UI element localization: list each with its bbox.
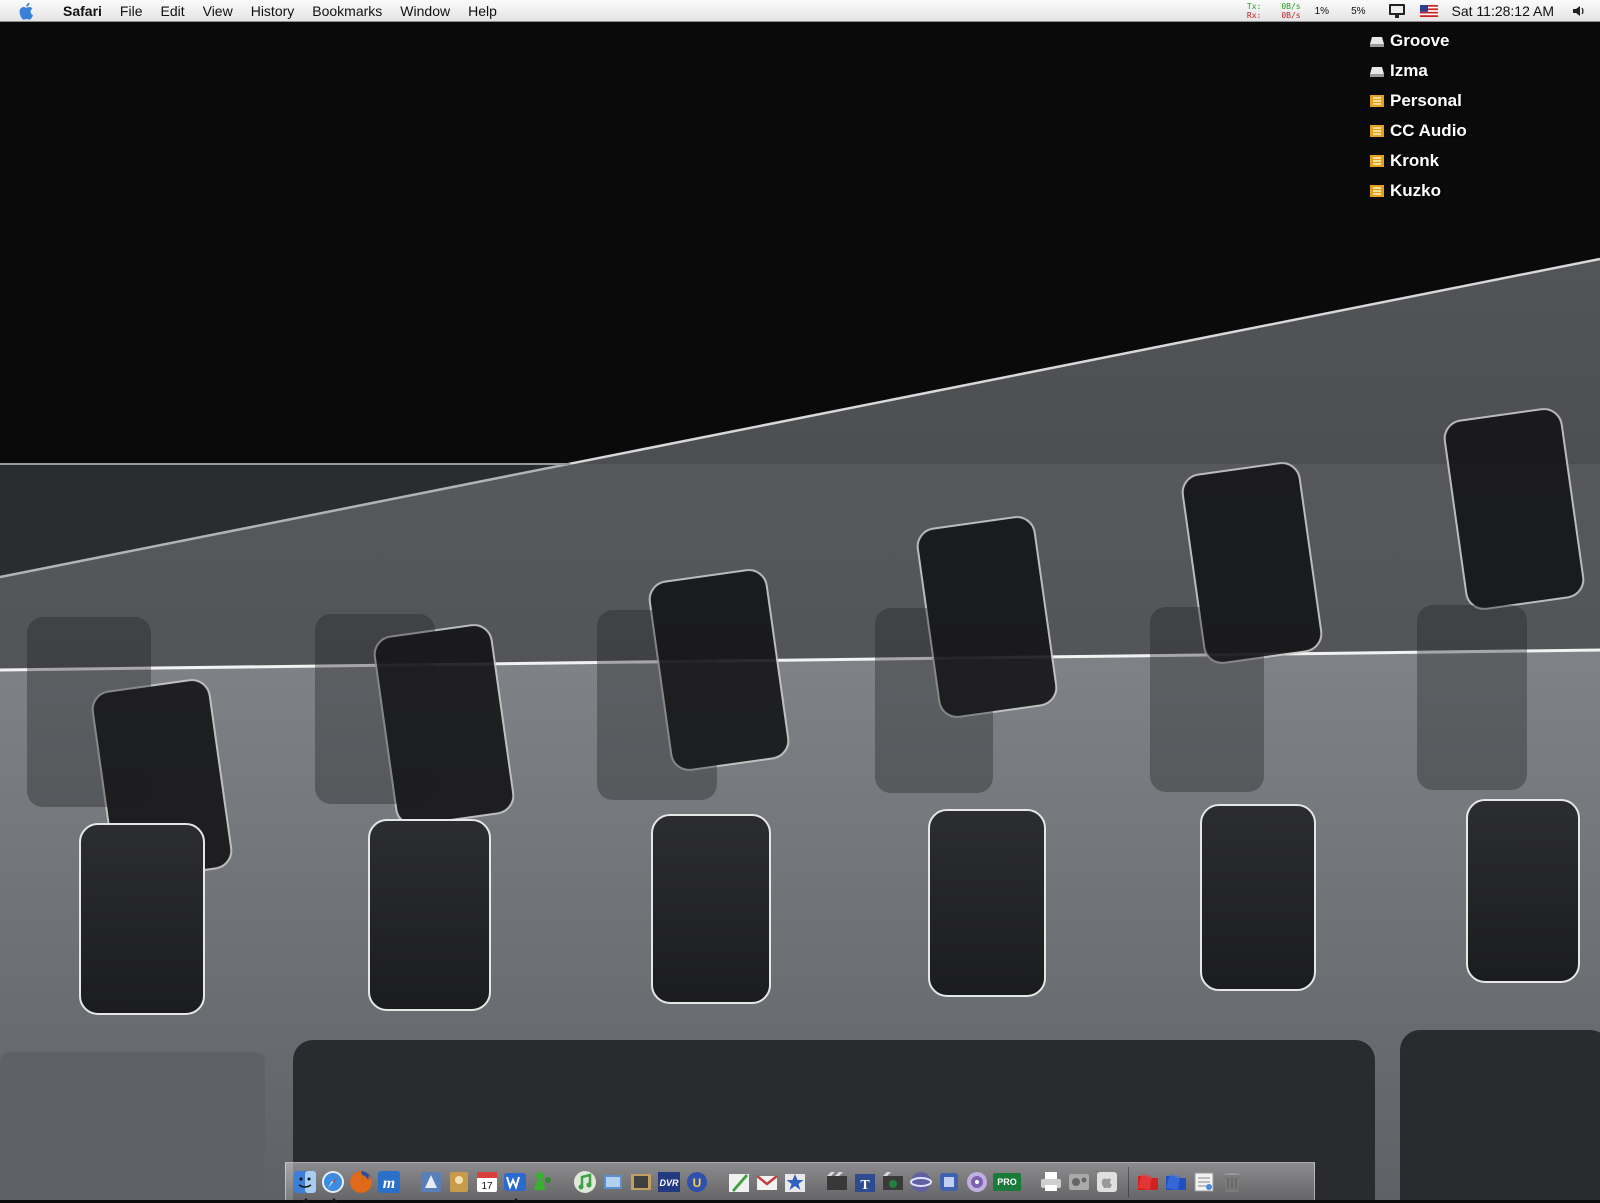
menu-extras: Tx: Rx: 0B/s 0B/s 1% 5% Sat 11:28:12 AM	[1247, 0, 1600, 22]
volume-label: Groove	[1390, 31, 1450, 50]
display-icon[interactable]	[1388, 3, 1406, 19]
menu-clock[interactable]: Sat 11:28:12 AM	[1452, 3, 1554, 19]
iphoto-icon[interactable]	[600, 1169, 626, 1195]
volume-label: Kuzko	[1390, 181, 1441, 200]
system-prefs-icon[interactable]	[1066, 1169, 1092, 1195]
cpu-meter-1[interactable]: 1%	[1315, 6, 1329, 17]
volume-icon[interactable]	[1572, 4, 1586, 18]
firewire-drive-icon	[1370, 94, 1384, 108]
volume-label: Personal	[1390, 91, 1462, 110]
desktop-volume-personal[interactable]: Personal	[1370, 91, 1462, 111]
ical-icon[interactable]: 17	[474, 1169, 500, 1195]
desktop-volume-izma[interactable]: Izma	[1370, 61, 1428, 81]
volume-label: CC Audio	[1390, 121, 1467, 140]
hard-drive-icon	[1370, 64, 1384, 78]
firewire-drive-icon	[1370, 154, 1384, 168]
firefox-icon[interactable]	[348, 1169, 374, 1195]
us-flag-input-icon[interactable]	[1419, 5, 1438, 17]
dvr-icon[interactable]: DVR	[656, 1169, 682, 1195]
menu-window[interactable]: Window	[391, 0, 459, 22]
svg-text:T: T	[860, 1178, 870, 1193]
rx-label: Rx:	[1246, 11, 1262, 20]
protools-icon[interactable]: PRO	[992, 1169, 1022, 1195]
menu-edit[interactable]: Edit	[151, 0, 193, 22]
dvd-studio-icon[interactable]	[964, 1169, 990, 1195]
trash-icon[interactable]	[1219, 1169, 1245, 1195]
menu-bookmarks[interactable]: Bookmarks	[303, 0, 391, 22]
compressor-icon[interactable]	[936, 1169, 962, 1195]
folder-blue-icon[interactable]	[1163, 1169, 1189, 1195]
tx-label: Tx:	[1246, 2, 1262, 11]
motion-icon[interactable]	[908, 1169, 934, 1195]
desktop-volume-cc-audio[interactable]: CC Audio	[1370, 121, 1467, 141]
menu-view[interactable]: View	[194, 0, 242, 22]
menu-help[interactable]: Help	[459, 0, 506, 22]
running-indicator	[330, 1197, 338, 1203]
soundtrack-icon[interactable]	[880, 1169, 906, 1195]
apple-menu-icon[interactable]	[17, 1, 37, 21]
imovie-icon[interactable]	[628, 1169, 654, 1195]
desktop-volume-kuzko[interactable]: Kuzko	[1370, 181, 1441, 201]
messenger-icon[interactable]	[530, 1169, 556, 1195]
firewire-drive-icon	[1370, 184, 1384, 198]
volume-label: Izma	[1390, 61, 1428, 80]
menu-app-name[interactable]: Safari	[54, 0, 111, 22]
menu-file[interactable]: File	[111, 0, 152, 22]
svg-text:PRO: PRO	[997, 1177, 1017, 1187]
word-icon[interactable]	[502, 1169, 528, 1203]
address-book-icon[interactable]	[446, 1169, 472, 1195]
dock-separator	[1128, 1166, 1129, 1197]
mail-icon[interactable]	[418, 1169, 444, 1195]
network-monitor[interactable]: Tx: Rx: 0B/s 0B/s	[1247, 2, 1301, 20]
svg-text:17: 17	[481, 1181, 493, 1192]
apple-icon[interactable]	[1094, 1169, 1120, 1195]
star-icon[interactable]	[782, 1169, 808, 1195]
svg-text:m: m	[383, 1175, 395, 1192]
desktop-volume-groove[interactable]: Groove	[1370, 31, 1450, 51]
safari-icon[interactable]	[320, 1169, 346, 1203]
itunes-icon[interactable]	[572, 1169, 598, 1195]
menu-history[interactable]: History	[242, 0, 304, 22]
unreal-icon[interactable]: U	[684, 1169, 710, 1195]
desktop-volume-kronk[interactable]: Kronk	[1370, 151, 1439, 171]
firewire-drive-icon	[1370, 124, 1384, 138]
hard-drive-icon	[1370, 34, 1384, 48]
finder-icon[interactable]	[292, 1169, 318, 1203]
rx-value: 0B/s	[1281, 11, 1301, 20]
menu-bar: Safari File Edit View History Bookmarks …	[0, 0, 1600, 22]
final-cut-icon[interactable]	[824, 1169, 850, 1195]
mail-alt-icon[interactable]	[754, 1169, 780, 1195]
document-icon[interactable]	[1191, 1169, 1217, 1195]
volume-label: Kronk	[1390, 151, 1440, 170]
svg-text:U: U	[693, 1176, 702, 1190]
dock: m 17 DVR U T PRO	[285, 1162, 1315, 1203]
running-indicator	[302, 1197, 310, 1203]
folder-red-icon[interactable]	[1135, 1169, 1161, 1195]
cpu-meter-2[interactable]: 5%	[1351, 6, 1365, 17]
pen-icon[interactable]	[726, 1169, 752, 1195]
printer-icon[interactable]	[1038, 1169, 1064, 1195]
svg-text:DVR: DVR	[659, 1178, 679, 1188]
desktop-wallpaper	[0, 22, 1600, 1200]
tx-value: 0B/s	[1281, 2, 1301, 11]
dreamweaver-icon[interactable]: m	[376, 1169, 402, 1195]
running-indicator	[512, 1197, 520, 1203]
type-icon[interactable]: T	[852, 1169, 878, 1195]
